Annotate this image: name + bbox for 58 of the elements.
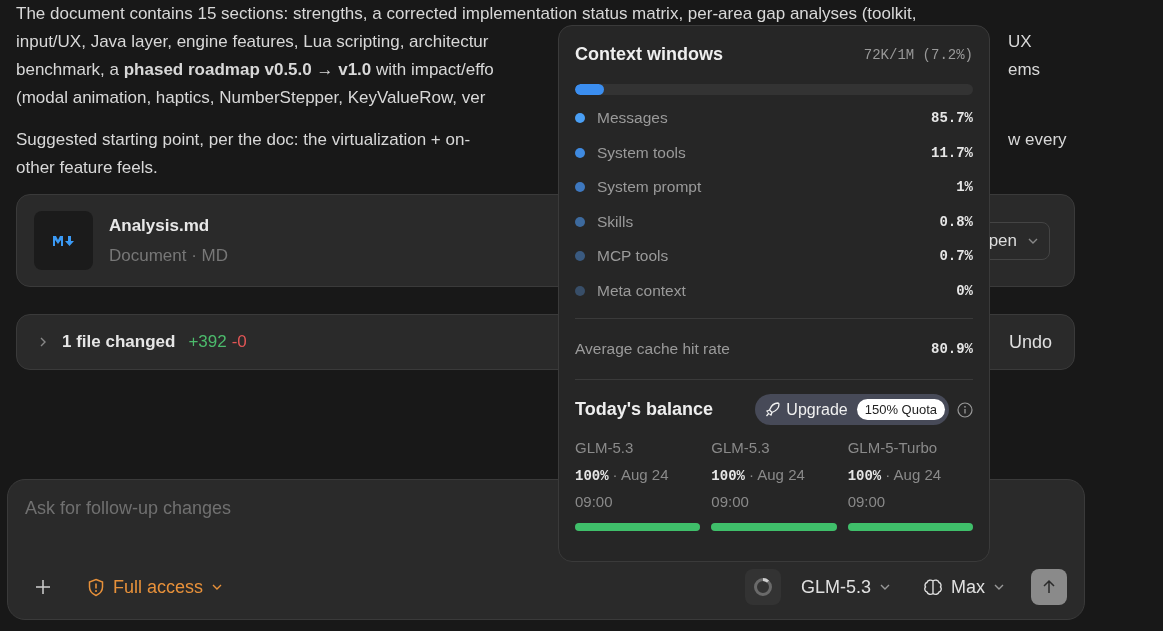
message-text: input/UX, Java layer, engine features, Lua scripting, architectur xyxy=(16,32,490,52)
message-text: (modal animation, haptics, NumberStepper, KeyValueRow, ver xyxy=(16,88,487,108)
reset-time: 09:00 xyxy=(575,493,614,510)
changes-label: 1 file changed xyxy=(62,332,176,352)
balance-percent: 100% xyxy=(847,468,882,484)
message-text: ems xyxy=(1008,60,1041,80)
legend-label: MCP tools xyxy=(597,247,669,266)
model-name: GLM-5.3 xyxy=(575,439,635,456)
effort-dropdown[interactable]: Max xyxy=(917,575,1011,599)
message-text: Suggested starting point, per the doc: the virtualization + on- xyxy=(16,130,472,150)
balance-title: Today's balance xyxy=(575,399,713,420)
quota-badge: 150% Quota xyxy=(856,399,945,420)
balance-percent: 100% xyxy=(575,468,609,484)
message-text: other feature feels. xyxy=(16,158,159,178)
removed-count: -0 xyxy=(231,332,247,352)
cache-value: 80.9% xyxy=(931,341,973,357)
legend-label: Messages xyxy=(597,109,668,128)
file-name: Analysis.md xyxy=(109,215,211,236)
upgrade-button[interactable]: Upgrade 150% Quota xyxy=(755,394,949,425)
send-button[interactable] xyxy=(1031,569,1067,605)
model-name: GLM-5-Turbo xyxy=(847,439,939,456)
file-meta: Document · MD xyxy=(109,245,229,266)
popover-title: Context windows xyxy=(575,44,723,65)
added-count: +392 xyxy=(188,332,227,352)
brain-icon xyxy=(923,578,943,596)
info-icon xyxy=(957,401,973,418)
message-text: benchmark, a phased roadmap v0.5.0 → v1.0 with impact/effo xyxy=(16,60,495,80)
legend-value: 11.7% xyxy=(931,144,973,161)
balance-percent: 100% xyxy=(711,468,745,484)
model-dropdown[interactable]: GLM-5.3 xyxy=(794,575,897,599)
legend-value: 85.7% xyxy=(931,110,973,127)
loading-button[interactable] xyxy=(744,569,781,605)
reset-date: · Aug 24 xyxy=(612,466,669,483)
message-text: UX xyxy=(1008,32,1032,52)
legend-value: 1% xyxy=(956,179,973,196)
reset-date: · Aug 24 xyxy=(748,466,805,483)
reset-date: · Aug 24 xyxy=(885,466,942,483)
access-dropdown[interactable]: Full access xyxy=(81,575,230,599)
usage-text: 72K/1M (7.2%) xyxy=(863,46,973,63)
plus-icon xyxy=(35,579,51,595)
legend-value: 0.8% xyxy=(939,213,973,230)
legend-label: System prompt xyxy=(597,178,702,197)
legend-label: Meta context xyxy=(597,281,686,300)
rocket-icon xyxy=(765,402,781,417)
undo-button[interactable]: Undo xyxy=(1002,330,1058,354)
message-text: w every xyxy=(1008,130,1067,150)
message-text: The document contains 15 sections: strengths, a corrected implementation status matrix, per-area gap analyses (toolkit, xyxy=(16,4,917,24)
arrow-up-icon xyxy=(1041,579,1057,595)
reset-time: 09:00 xyxy=(711,493,750,510)
shield-icon xyxy=(87,577,105,597)
cache-label: Average cache hit rate xyxy=(575,340,730,358)
model-name: GLM-5.3 xyxy=(711,439,771,456)
legend-value: 0.7% xyxy=(939,248,973,265)
reset-time: 09:00 xyxy=(847,493,887,510)
legend-label: Skills xyxy=(597,212,634,231)
spinner-icon xyxy=(752,577,773,597)
legend-label: System tools xyxy=(597,143,686,162)
legend-value: 0% xyxy=(956,282,973,299)
